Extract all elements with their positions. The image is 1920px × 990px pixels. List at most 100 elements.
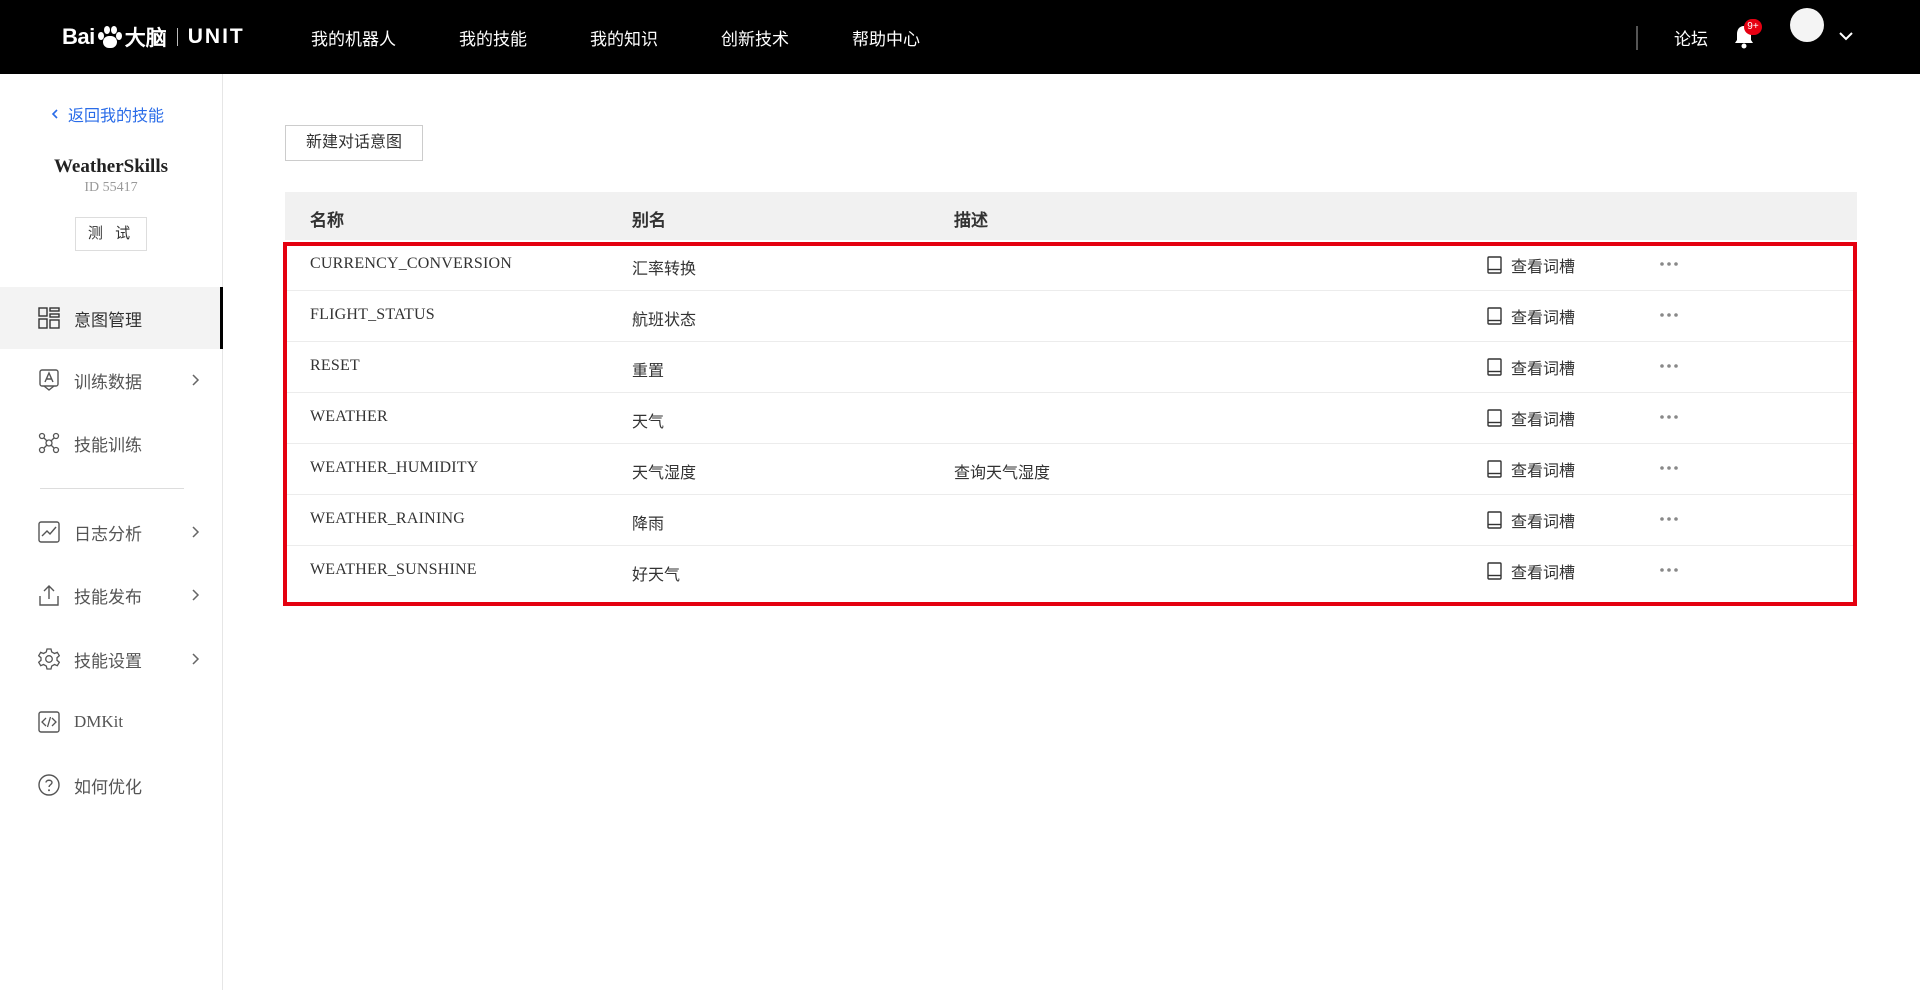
view-slots-label: 查看词槽 [1511, 412, 1576, 429]
sidebar-item-intent-management[interactable]: 意图管理 [0, 287, 223, 349]
view-slots-button[interactable]: 查看词槽 [1487, 559, 1575, 583]
view-slots-button[interactable]: 查看词槽 [1487, 253, 1575, 277]
table-row: CURRENCY_CONVERSION 汇率转换 查看词槽 [285, 240, 1857, 291]
view-slots-button[interactable]: 查看词槽 [1487, 304, 1575, 328]
intent-table-header: 名称 别名 描述 [285, 192, 1857, 240]
more-options-icon[interactable] [1659, 515, 1679, 523]
intent-alias: 好天气 [632, 567, 681, 584]
baidu-paw-icon [96, 25, 122, 49]
column-header-name: 名称 [310, 211, 344, 230]
book-icon [1487, 409, 1502, 427]
training-data-icon [39, 369, 59, 391]
top-navigation-bar: Bai 大脑 UNIT 我的机器人 我的技能 我的知识 创新技术 帮助中心 论坛… [0, 0, 1920, 74]
book-icon [1487, 460, 1502, 478]
sidebar-item-skill-training[interactable]: 技能训练 [0, 412, 223, 474]
nav-my-skills[interactable]: 我的技能 [459, 25, 527, 50]
avatar[interactable] [1790, 8, 1824, 42]
chevron-right-icon [192, 589, 200, 601]
logo-divider [176, 28, 178, 46]
more-options-icon[interactable] [1659, 566, 1679, 574]
sidebar-item-label: DMKit [74, 712, 124, 731]
baidu-unit-logo[interactable]: Bai 大脑 UNIT [62, 14, 245, 60]
intent-alias: 降雨 [632, 516, 665, 533]
intent-alias: 天气湿度 [632, 465, 697, 482]
book-icon [1487, 256, 1502, 274]
sidebar-item-label: 技能训练 [74, 435, 142, 455]
forum-link[interactable]: 论坛 [1674, 25, 1708, 50]
logo-unit-text: UNIT [187, 25, 245, 48]
more-options-icon[interactable] [1659, 413, 1679, 421]
sidebar-item-label: 日志分析 [74, 524, 142, 544]
back-link-label: 返回我的技能 [68, 108, 165, 125]
sidebar-item-skill-settings[interactable]: 技能设置 [0, 628, 223, 690]
book-icon [1487, 307, 1502, 325]
intent-alias: 天气 [632, 414, 665, 431]
view-slots-label: 查看词槽 [1511, 565, 1576, 582]
sidebar-item-label: 意图管理 [74, 310, 142, 330]
main-nav: 我的机器人 我的技能 我的知识 创新技术 帮助中心 [311, 0, 983, 74]
test-button[interactable]: 测 试 [75, 217, 147, 251]
intent-alias: 航班状态 [632, 312, 697, 329]
column-header-description: 描述 [954, 211, 988, 230]
chart-icon [38, 521, 60, 543]
view-slots-button[interactable]: 查看词槽 [1487, 457, 1575, 481]
intent-description: 查询天气湿度 [954, 465, 1051, 482]
code-icon [38, 711, 60, 733]
sidebar-item-label: 技能设置 [74, 651, 142, 671]
nav-my-knowledge[interactable]: 我的知识 [590, 25, 658, 50]
sidebar-item-training-data[interactable]: 训练数据 [0, 349, 223, 411]
intent-name[interactable]: RESET [310, 357, 360, 375]
sidebar: 返回我的技能 WeatherSkills ID 55417 测 试 意图管理 训… [0, 74, 223, 990]
view-slots-button[interactable]: 查看词槽 [1487, 355, 1575, 379]
more-options-icon[interactable] [1659, 464, 1679, 472]
logo-baidu-text: Bai [62, 24, 95, 49]
sidebar-item-label: 技能发布 [74, 587, 142, 607]
view-slots-label: 查看词槽 [1511, 361, 1576, 378]
more-options-icon[interactable] [1659, 362, 1679, 370]
intent-grid-icon [38, 307, 60, 329]
intent-name[interactable]: CURRENCY_CONVERSION [310, 255, 512, 273]
table-row: WEATHER_RAINING 降雨 查看词槽 [285, 495, 1857, 546]
new-intent-button[interactable]: 新建对话意图 [285, 125, 423, 161]
view-slots-button[interactable]: 查看词槽 [1487, 406, 1575, 430]
sidebar-item-how-to-optimize[interactable]: 如何优化 [0, 754, 223, 816]
table-row: WEATHER_HUMIDITY 天气湿度 查询天气湿度 查看词槽 [285, 444, 1857, 495]
more-options-icon[interactable] [1659, 311, 1679, 319]
column-header-alias: 别名 [632, 211, 666, 230]
back-to-my-skills-link[interactable]: 返回我的技能 [50, 102, 164, 126]
help-icon [38, 774, 60, 796]
intent-name[interactable]: WEATHER_RAINING [310, 510, 465, 528]
chevron-right-icon [192, 653, 200, 665]
chevron-right-icon [192, 374, 200, 386]
sidebar-item-label: 训练数据 [74, 372, 142, 392]
sidebar-item-dmkit[interactable]: DMKit [0, 691, 223, 753]
nav-help-center[interactable]: 帮助中心 [852, 25, 920, 50]
view-slots-label: 查看词槽 [1511, 514, 1576, 531]
view-slots-button[interactable]: 查看词槽 [1487, 508, 1575, 532]
intent-name[interactable]: WEATHER_HUMIDITY [310, 459, 479, 477]
network-icon [38, 432, 60, 454]
nav-innovation[interactable]: 创新技术 [721, 25, 789, 50]
intent-alias: 汇率转换 [632, 261, 697, 278]
nav-my-robots[interactable]: 我的机器人 [311, 25, 396, 50]
table-row: FLIGHT_STATUS 航班状态 查看词槽 [285, 291, 1857, 342]
skill-id: ID 55417 [84, 180, 138, 195]
more-options-icon[interactable] [1659, 260, 1679, 268]
intent-alias: 重置 [632, 363, 665, 380]
chevron-down-icon[interactable] [1838, 28, 1854, 44]
table-row: WEATHER 天气 查看词槽 [285, 393, 1857, 444]
intent-table-body: CURRENCY_CONVERSION 汇率转换 查看词槽 FLIGHT_STA… [285, 240, 1857, 597]
intent-name[interactable]: WEATHER_SUNSHINE [310, 561, 477, 579]
topbar-divider [1636, 26, 1638, 50]
chevron-left-icon [51, 109, 58, 119]
gear-icon [38, 648, 60, 670]
intent-name[interactable]: WEATHER [310, 408, 388, 426]
notification-badge: 9+ [1744, 19, 1762, 35]
sidebar-item-skill-publish[interactable]: 技能发布 [0, 564, 223, 626]
book-icon [1487, 358, 1502, 376]
sidebar-item-label: 如何优化 [74, 777, 142, 797]
table-row: WEATHER_SUNSHINE 好天气 查看词槽 [285, 546, 1857, 597]
intent-name[interactable]: FLIGHT_STATUS [310, 306, 435, 324]
view-slots-label: 查看词槽 [1511, 463, 1576, 480]
sidebar-item-log-analysis[interactable]: 日志分析 [0, 501, 223, 563]
